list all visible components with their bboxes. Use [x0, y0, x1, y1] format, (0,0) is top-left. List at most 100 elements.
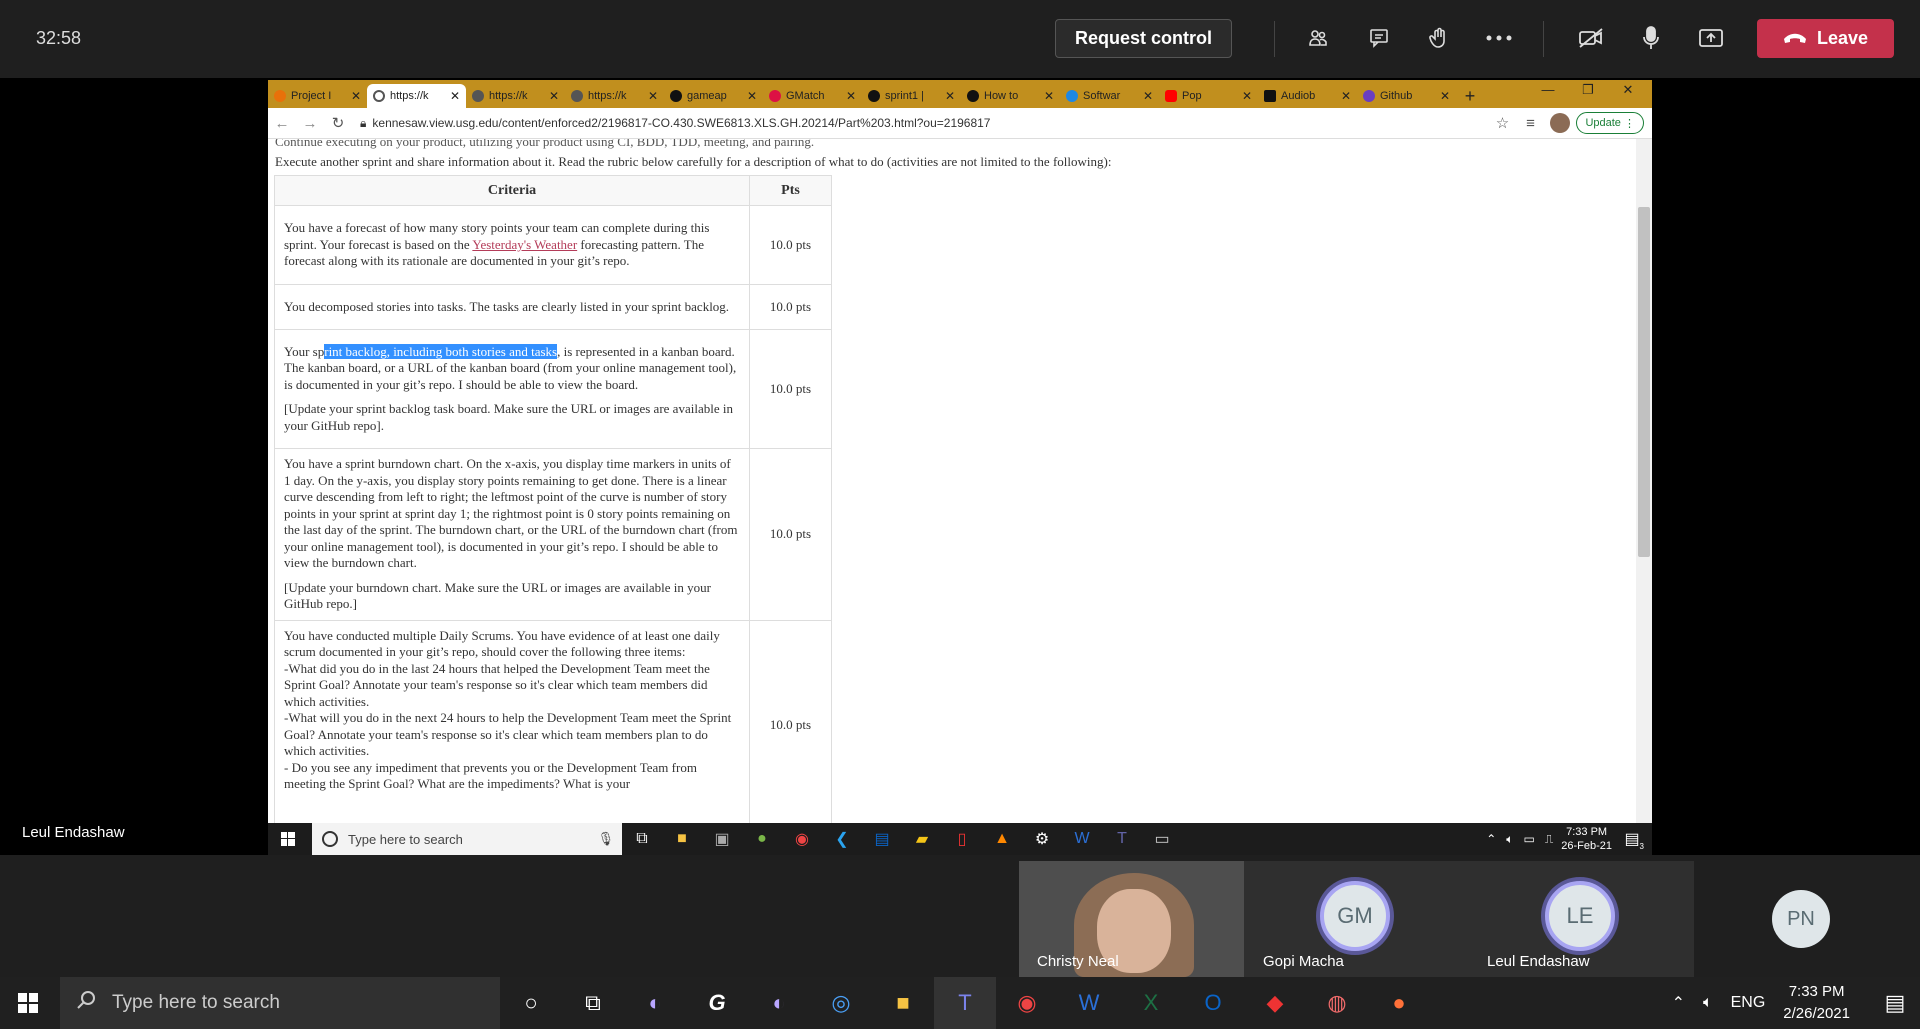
close-icon[interactable]: ✕ — [1440, 89, 1450, 103]
file-explorer-icon[interactable]: ■ — [662, 823, 702, 855]
back-icon[interactable]: ← — [268, 115, 296, 132]
notification-icon[interactable]: ▤ — [1870, 977, 1920, 1029]
browser-tab[interactable]: Pop ✕ — [1159, 84, 1258, 108]
yesterdays-weather-link[interactable]: Yesterday's Weather — [472, 237, 577, 252]
close-icon[interactable]: ✕ — [1044, 89, 1054, 103]
vlc-icon[interactable]: ▲ — [982, 823, 1022, 855]
browser-tab[interactable]: Project I ✕ — [268, 84, 367, 108]
participant-tile-leul[interactable]: LE Leul Endashaw — [1471, 861, 1694, 977]
participant-tile-pn[interactable]: PN — [1694, 861, 1920, 977]
word-icon[interactable]: W — [1058, 977, 1120, 1029]
chevron-up-icon[interactable]: ⌃ — [1486, 832, 1496, 846]
close-icon[interactable]: ✕ — [945, 89, 955, 103]
browser-tab[interactable]: Audiob ✕ — [1258, 84, 1357, 108]
vscode-icon[interactable]: ❮ — [822, 823, 862, 855]
scrollbar[interactable] — [1636, 139, 1652, 823]
terminal-icon[interactable]: ▭ — [1142, 823, 1182, 855]
firefox-icon[interactable]: ● — [1368, 977, 1430, 1029]
close-icon[interactable]: ✕ — [1242, 89, 1252, 103]
settings-icon[interactable]: ⚙ — [1022, 823, 1062, 855]
taskbar-search-box[interactable]: Type here to search — [60, 977, 500, 1029]
reading-list-icon[interactable]: ≡ — [1516, 115, 1544, 132]
lock-icon: 🔒︎ — [360, 115, 367, 130]
browser-tab[interactable]: GMatch ✕ — [763, 84, 862, 108]
app-icon[interactable]: ● — [742, 823, 782, 855]
browser-tab[interactable]: gameap ✕ — [664, 84, 763, 108]
sticky-notes-icon[interactable]: ▰ — [902, 823, 942, 855]
network-icon[interactable]: ⎍ — [1545, 832, 1553, 847]
people-icon[interactable] — [1298, 18, 1338, 58]
url-field[interactable]: 🔒︎ kennesaw.view.usg.edu/content/enforced… — [360, 116, 1488, 131]
new-tab-button[interactable]: + — [1456, 84, 1484, 108]
chevron-up-icon[interactable]: ⌃ — [1672, 993, 1685, 1013]
more-icon[interactable] — [1479, 18, 1519, 58]
cortana-icon[interactable]: ○ — [500, 977, 562, 1029]
browser-tab[interactable]: Github ✕ — [1357, 84, 1456, 108]
browser-tab[interactable]: Softwar ✕ — [1060, 84, 1159, 108]
browser-tab-active[interactable]: https://k ✕ — [367, 84, 466, 108]
forward-icon[interactable]: → — [296, 115, 324, 132]
minimize-icon[interactable]: — — [1528, 82, 1568, 97]
browser-tab[interactable]: https://k ✕ — [466, 84, 565, 108]
close-icon[interactable]: ✕ — [549, 89, 559, 103]
outlook-icon[interactable]: ▤ — [862, 823, 902, 855]
pdf-icon[interactable]: ▯ — [942, 823, 982, 855]
shared-clock[interactable]: 7:33 PM 26-Feb-21 — [1561, 825, 1612, 853]
share-icon[interactable] — [1691, 18, 1731, 58]
leave-button[interactable]: Leave — [1757, 19, 1894, 58]
mic-icon[interactable] — [1631, 18, 1671, 58]
teams-icon[interactable]: T — [1102, 823, 1142, 855]
maximize-icon[interactable]: ❐ — [1568, 82, 1608, 98]
star-icon[interactable]: ☆ — [1488, 114, 1516, 132]
close-icon[interactable]: ✕ — [648, 89, 658, 103]
close-icon[interactable]: ✕ — [450, 89, 460, 103]
task-view-icon[interactable]: ⧉ — [562, 977, 624, 1029]
app-icon[interactable]: ◆ — [1244, 977, 1306, 1029]
update-button[interactable]: Update ⋮ — [1576, 112, 1644, 134]
eclipse-icon[interactable]: ◐ — [748, 977, 810, 1029]
file-explorer-icon[interactable]: ■ — [872, 977, 934, 1029]
close-window-icon[interactable]: ✕ — [1608, 82, 1648, 98]
app-g-icon[interactable]: G — [686, 977, 748, 1029]
camera-off-icon[interactable] — [1571, 18, 1611, 58]
chat-icon[interactable] — [1359, 18, 1399, 58]
browser-tab[interactable]: sprint1 | ✕ — [862, 84, 961, 108]
eclipse-icon[interactable]: ◐ — [624, 977, 686, 1029]
raise-hand-icon[interactable] — [1419, 18, 1459, 58]
profile-avatar[interactable] — [1550, 113, 1571, 133]
scroll-thumb[interactable] — [1638, 207, 1650, 557]
language-indicator[interactable]: ENG — [1731, 994, 1766, 1012]
close-icon[interactable]: ✕ — [846, 89, 856, 103]
app-icon[interactable]: ◍ — [1306, 977, 1368, 1029]
clock[interactable]: 7:33 PM 2/26/2021 — [1783, 981, 1850, 1025]
app-icon[interactable]: ◎ — [810, 977, 872, 1029]
word-icon[interactable]: W — [1062, 823, 1102, 855]
tab-favicon-icon — [274, 90, 286, 102]
battery-icon[interactable]: ▭ — [1523, 832, 1534, 846]
close-icon[interactable]: ✕ — [1143, 89, 1153, 103]
task-view-icon[interactable]: ⧉ — [622, 823, 662, 855]
excel-icon[interactable]: X — [1120, 977, 1182, 1029]
participant-tile-gopi[interactable]: GM Gopi Macha — [1244, 861, 1471, 977]
windows-start-icon[interactable] — [0, 977, 56, 1029]
notification-icon[interactable]: ▤ 3 — [1612, 823, 1652, 855]
participant-tile-christy[interactable]: Christy Neal — [1019, 861, 1244, 977]
browser-tab[interactable]: How to ✕ — [961, 84, 1060, 108]
volume-icon[interactable]: 🔈︎ — [1703, 994, 1713, 1012]
teams-icon[interactable]: T — [934, 977, 996, 1029]
close-icon[interactable]: ✕ — [747, 89, 757, 103]
chrome-icon[interactable]: ◉ — [782, 823, 822, 855]
app-icon[interactable]: ▣ — [702, 823, 742, 855]
request-control-button[interactable]: Request control — [1055, 19, 1232, 58]
close-icon[interactable]: ✕ — [1341, 89, 1351, 103]
browser-tab[interactable]: https://k ✕ — [565, 84, 664, 108]
search-icon — [76, 990, 96, 1016]
taskbar-search-box[interactable]: Type here to search 🎙︎ — [312, 823, 622, 855]
volume-icon[interactable]: 🔈︎ — [1506, 832, 1513, 847]
windows-start-icon[interactable] — [268, 823, 308, 855]
reload-icon[interactable]: ↻ — [324, 114, 352, 132]
chrome-icon[interactable]: ◉ — [996, 977, 1058, 1029]
outlook-icon[interactable]: O — [1182, 977, 1244, 1029]
avatar: LE — [1545, 881, 1615, 951]
close-icon[interactable]: ✕ — [351, 89, 361, 103]
